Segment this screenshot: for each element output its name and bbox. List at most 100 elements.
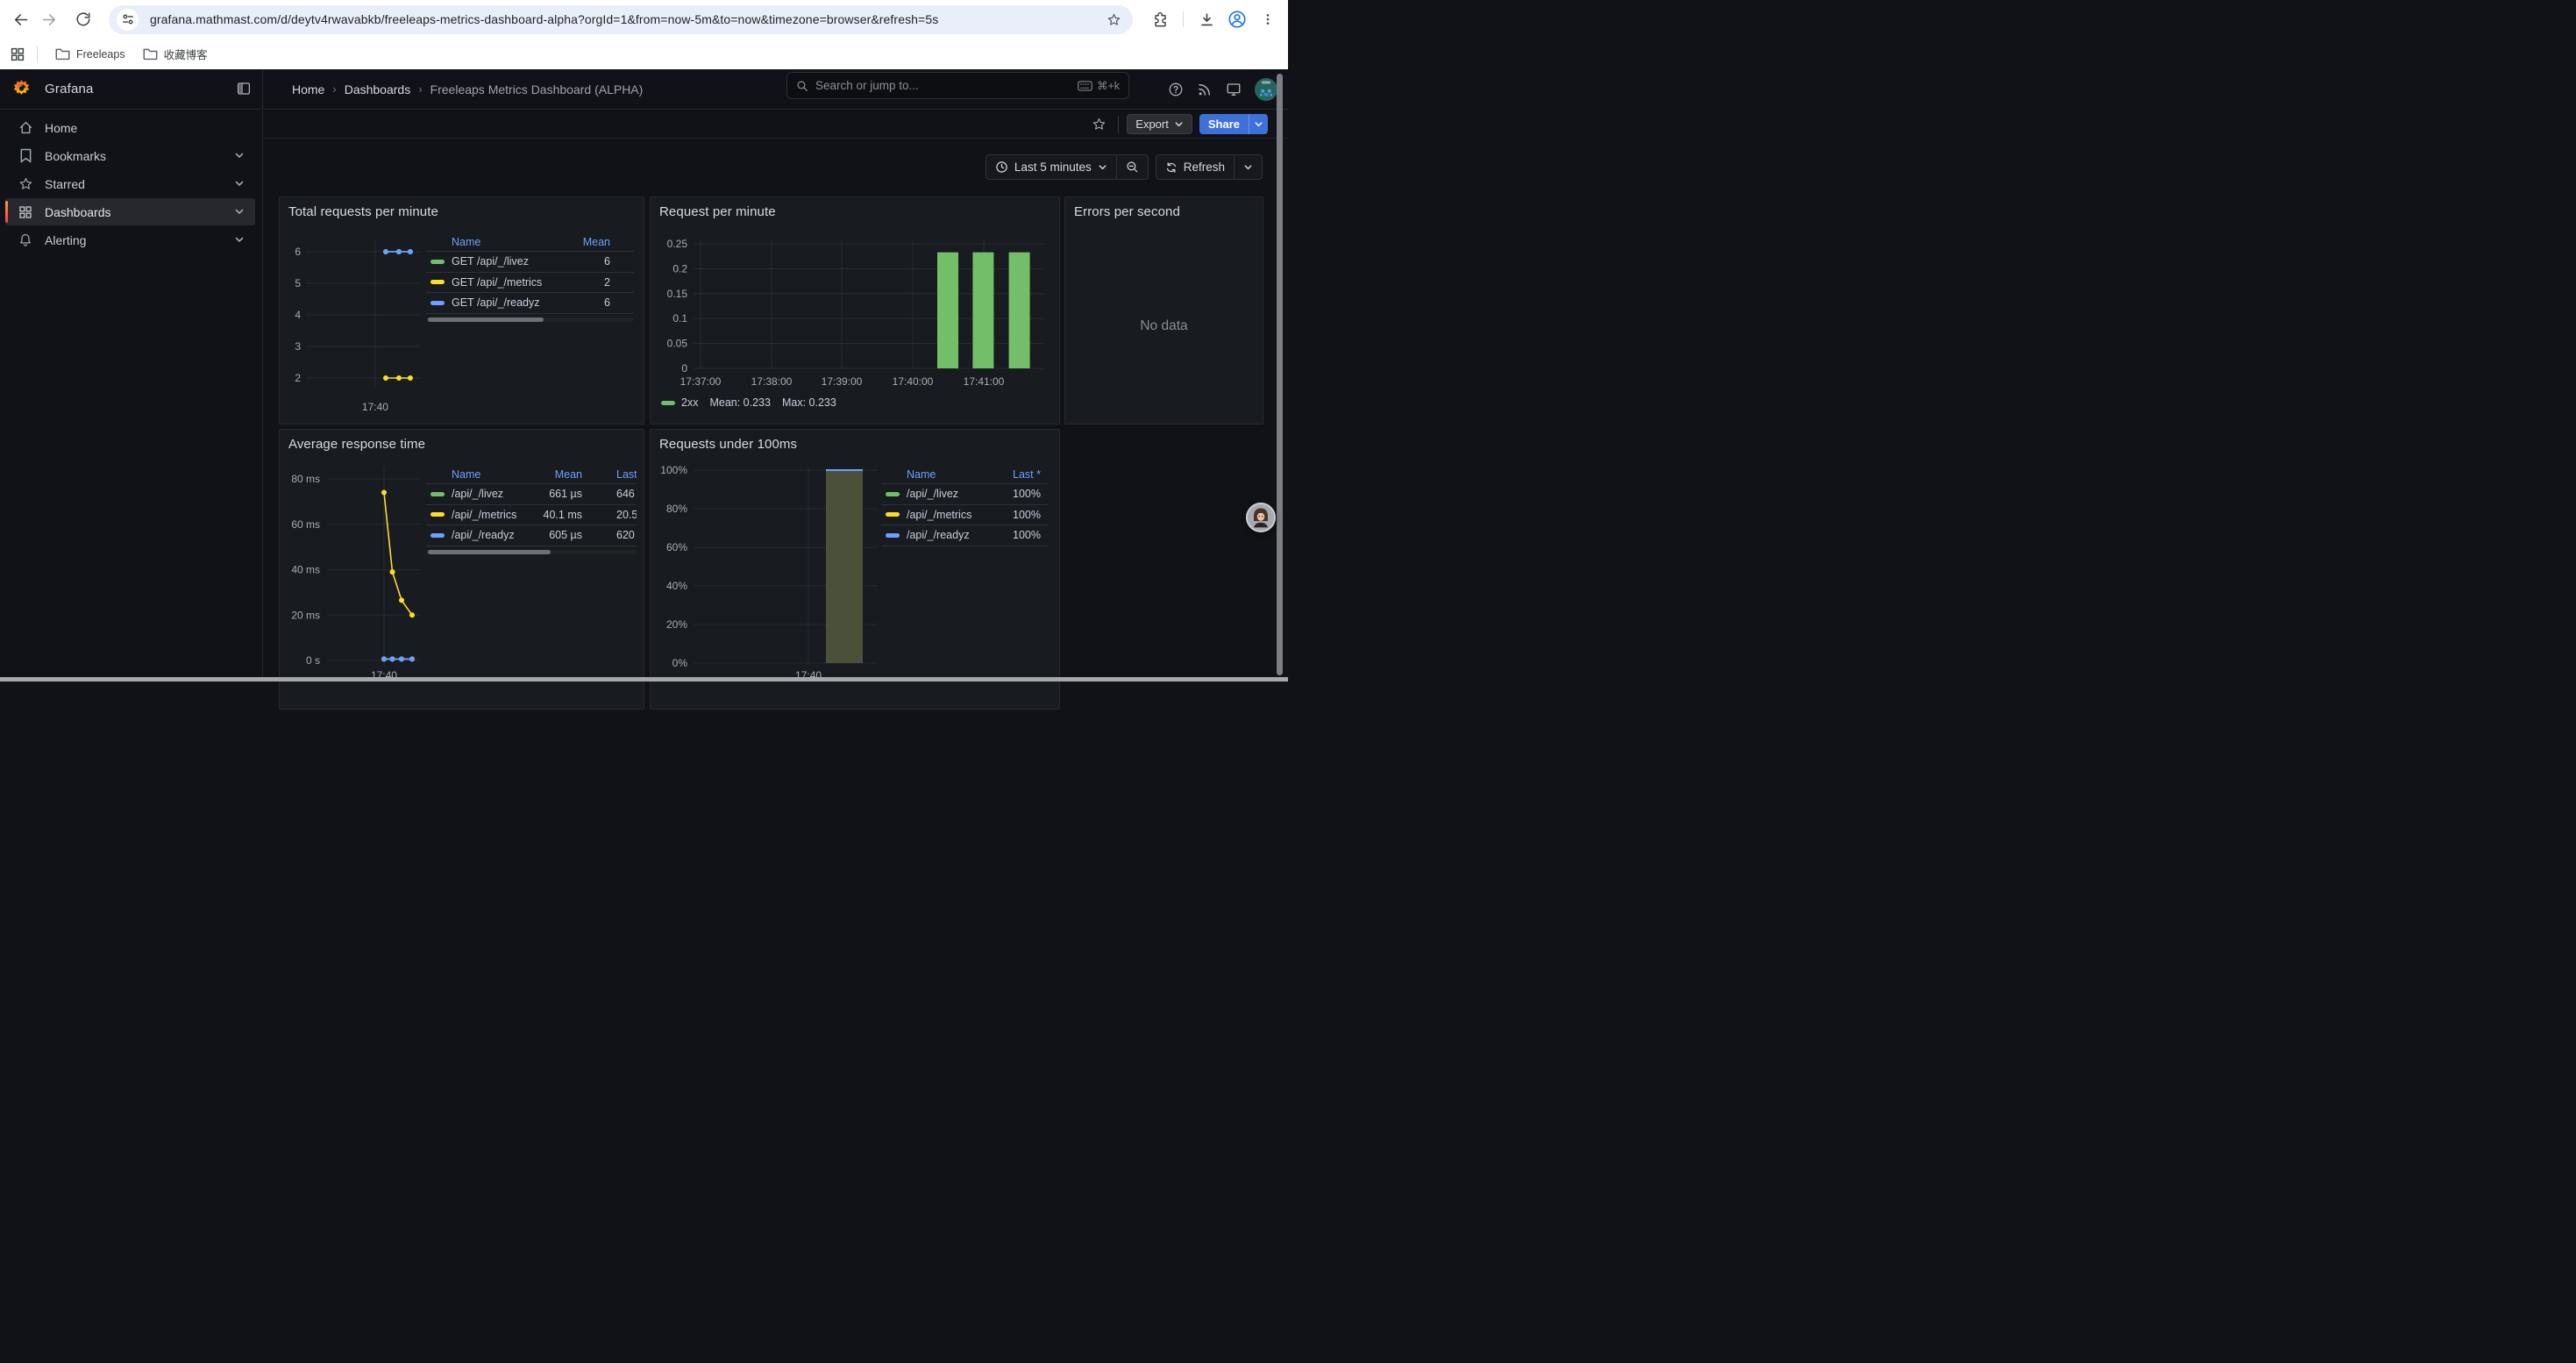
export-button[interactable]: Export: [1127, 114, 1192, 134]
user-avatar[interactable]: [1255, 78, 1277, 101]
chevron-down-icon[interactable]: [234, 178, 245, 189]
browser-reload-button[interactable]: [71, 7, 96, 32]
site-settings-badge[interactable]: [117, 9, 139, 31]
grafana-logo[interactable]: [11, 79, 32, 99]
series-swatch-icon: [886, 492, 900, 496]
display-button[interactable]: [1226, 82, 1242, 97]
legend-row[interactable]: /api/_/readyz605 µs620 µs: [426, 525, 637, 546]
legend-col-last[interactable]: Last *: [616, 468, 637, 481]
svg-text:0.1: 0.1: [672, 312, 687, 325]
nav-sidebar: Home Bookmarks Starred Dashboards Alerti…: [0, 111, 263, 682]
legend-row[interactable]: /api/_/readyz100%: [881, 525, 1048, 546]
legend-row[interactable]: /api/_/metrics40.1 ms20.5 ms: [426, 505, 637, 526]
sidebar-item-bookmarks[interactable]: Bookmarks: [5, 142, 255, 169]
chevron-down-icon[interactable]: [234, 150, 245, 161]
svg-text:6: 6: [295, 246, 301, 258]
export-label: Export: [1135, 118, 1169, 131]
chevron-down-icon[interactable]: [234, 234, 245, 245]
svg-text:80 ms: 80 ms: [291, 473, 320, 485]
series-name: /api/_/readyz: [452, 529, 515, 541]
news-button[interactable]: [1197, 82, 1213, 97]
refresh-interval-button[interactable]: [1235, 155, 1262, 179]
svg-text:17:37:00: 17:37:00: [680, 375, 722, 388]
series-max: Max: 0.233: [782, 396, 836, 409]
svg-text:17:39:00: 17:39:00: [822, 375, 863, 388]
time-range-picker[interactable]: Last 5 minutes: [986, 155, 1116, 179]
bookmark-folder-blogs[interactable]: 收藏博客: [143, 46, 208, 62]
breadcrumb-dashboards[interactable]: Dashboards: [345, 82, 411, 96]
window-bottom-edge: [0, 677, 1288, 682]
favorite-dashboard-button[interactable]: [1087, 114, 1110, 135]
avatar-image: [1255, 78, 1277, 101]
panel-title[interactable]: Total requests per minute: [288, 204, 438, 219]
legend-col-name[interactable]: Name: [452, 236, 480, 248]
sidebar-item-home[interactable]: Home: [5, 114, 255, 141]
legend-scrollbar-thumb[interactable]: [428, 318, 544, 322]
sidebar-item-alerting[interactable]: Alerting: [5, 226, 255, 253]
legend-row[interactable]: /api/_/metrics100%: [881, 505, 1048, 526]
help-icon: [1168, 82, 1184, 97]
assistant-avatar-image: [1248, 504, 1274, 531]
downloads-button[interactable]: [1194, 7, 1219, 32]
refresh-button[interactable]: Refresh: [1156, 155, 1234, 179]
series-value: 100%: [1013, 488, 1041, 500]
sidebar-item-label: Home: [45, 121, 77, 135]
address-bar[interactable]: grafana.mathmast.com/d/deytv4rwavabkb/fr…: [109, 5, 1133, 34]
bookmark-page-button[interactable]: [1102, 9, 1125, 32]
series-swatch-icon: [431, 260, 445, 264]
sidebar-item-starred[interactable]: Starred: [5, 170, 255, 197]
share-button[interactable]: Share: [1199, 114, 1249, 134]
panel-average-response-time: Average response time 80 ms60 ms40 ms20 …: [279, 429, 644, 710]
share-label: Share: [1208, 118, 1240, 131]
svg-text:17:40:00: 17:40:00: [893, 375, 934, 388]
mega-menu-toggle[interactable]: [237, 82, 251, 96]
floating-assistant-avatar[interactable]: [1246, 503, 1276, 532]
panel-title[interactable]: Errors per second: [1074, 204, 1180, 219]
series-name: /api/_/metrics: [452, 509, 516, 521]
browser-back-button[interactable]: [7, 7, 32, 32]
series-swatch-icon: [886, 512, 900, 517]
legend-row[interactable]: GET /api/_/metrics2: [426, 273, 634, 294]
legend-col-last[interactable]: Last *: [1013, 468, 1041, 481]
legend-scrollbar-thumb[interactable]: [428, 550, 551, 554]
breadcrumb-home[interactable]: Home: [292, 82, 324, 96]
profile-button[interactable]: [1225, 7, 1249, 32]
svg-text:100%: 100%: [660, 464, 687, 476]
legend-col-name[interactable]: Name: [452, 468, 480, 481]
search-bar[interactable]: ⌘+k: [786, 72, 1129, 99]
browser-menu-button[interactable]: [1256, 7, 1280, 32]
legend-row[interactable]: GET /api/_/livez6: [426, 252, 634, 273]
svg-text:40%: 40%: [666, 580, 687, 592]
svg-text:0.15: 0.15: [667, 288, 688, 300]
svg-text:17:40: 17:40: [362, 401, 388, 413]
help-button[interactable]: [1168, 82, 1184, 97]
apps-grid-button[interactable]: [11, 47, 25, 61]
browser-toolbar: grafana.mathmast.com/d/deytv4rwavabkb/fr…: [0, 0, 1288, 39]
share-menu-button[interactable]: [1249, 114, 1268, 134]
sidebar-item-label: Bookmarks: [45, 149, 106, 163]
browser-forward-button[interactable]: [38, 7, 62, 32]
bookmark-folder-freeleaps[interactable]: Freeleaps: [55, 47, 125, 61]
extensions-button[interactable]: [1148, 7, 1172, 32]
search-input[interactable]: [815, 79, 1071, 92]
series-swatch-icon: [431, 492, 445, 496]
legend-col-name[interactable]: Name: [907, 468, 936, 481]
page-scrollbar[interactable]: [1277, 74, 1283, 675]
legend-scrollbar[interactable]: [426, 550, 637, 554]
sidebar-item-dashboards[interactable]: Dashboards: [5, 198, 255, 225]
legend-col-mean[interactable]: Mean: [583, 236, 610, 248]
zoom-out-button[interactable]: [1117, 155, 1148, 179]
legend-row[interactable]: GET /api/_/readyz6: [426, 293, 634, 314]
legend-row[interactable]: /api/_/livez100%: [881, 484, 1048, 505]
panel-title[interactable]: Average response time: [288, 437, 425, 452]
chevron-down-icon[interactable]: [234, 206, 245, 217]
refresh-label: Refresh: [1184, 161, 1225, 174]
panel-title[interactable]: Requests under 100ms: [659, 437, 797, 452]
star-icon: [1092, 117, 1107, 132]
legend-col-mean[interactable]: Mean: [555, 468, 582, 481]
panel-legend[interactable]: 2xx Mean: 0.233 Max: 0.233: [661, 396, 848, 409]
legend-scrollbar[interactable]: [426, 318, 634, 322]
legend-row[interactable]: /api/_/livez661 µs646 µs: [426, 484, 637, 505]
grafana-flame-icon: [11, 79, 32, 99]
panel-title[interactable]: Request per minute: [659, 204, 776, 219]
